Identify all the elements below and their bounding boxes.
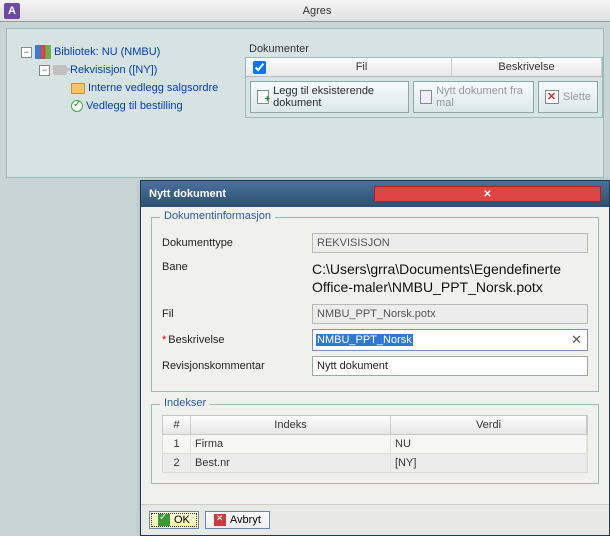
beskrivelse-selected-text: NMBU_PPT_Norsk [316,334,413,346]
field-fil: NMBU_PPT_Norsk.potx [312,304,588,324]
app-icon: A [4,3,20,19]
add-document-icon [257,90,269,104]
documents-panel: Dokumenter Fil Beskrivelse Legg til eksi… [245,43,603,118]
delete-icon [545,90,559,104]
key-icon [53,65,67,75]
tree-node-label: Rekvisisjon ([NY]) [70,64,157,76]
collapse-icon[interactable]: − [39,65,50,76]
col-verdi[interactable]: Verdi [391,416,587,434]
indekser-title: Indekser [160,397,210,409]
new-from-template-label: Nytt dokument fra mal [436,85,527,109]
beskrivelse-input[interactable] [413,333,569,347]
ok-icon [158,514,170,526]
new-from-template-button[interactable]: Nytt dokument fra mal [413,81,534,113]
tree-root[interactable]: − Bibliotek: NU (NMBU) [21,43,231,61]
select-all-checkbox[interactable] [253,61,266,74]
label-revisjon: Revisjonskommentar [162,360,312,372]
table-row[interactable]: 1FirmaNU [162,435,588,454]
row-verdi: [NY] [391,454,587,472]
col-beskrivelse[interactable]: Beskrivelse [452,58,602,76]
close-icon[interactable]: ✕ [374,186,601,202]
row-indeks: Best.nr [191,454,391,472]
row-verdi: NU [391,435,587,453]
field-dokumenttype: REKVISISJON [312,233,588,253]
field-revisjon[interactable] [312,356,588,376]
new-document-dialog: Nytt dokument ✕ Dokumentinformasjon Doku… [140,180,610,536]
add-existing-button[interactable]: Legg til eksisterende dokument [250,81,409,113]
tree-leaf-vedlegg[interactable]: Vedlegg til bestilling [21,97,231,115]
dialog-titlebar[interactable]: Nytt dokument ✕ [141,181,609,207]
table-row[interactable]: 2Best.nr[NY] [162,454,588,473]
col-indeks[interactable]: Indeks [191,416,391,434]
clear-icon[interactable]: ✕ [569,332,584,348]
tree-leaf-label: Vedlegg til bestilling [86,100,183,112]
tree-node-rekvisisjon[interactable]: − Rekvisisjon ([NY]) [21,61,231,79]
documents-toolbar: Legg til eksisterende dokument Nytt doku… [246,77,602,117]
check-icon [71,100,83,112]
cancel-button[interactable]: Avbryt [205,511,270,529]
add-existing-label: Legg til eksisterende dokument [273,85,402,109]
cancel-label: Avbryt [230,514,261,526]
col-fil[interactable]: Fil [272,58,452,76]
tree-leaf-label: Interne vedlegg salgsordre [88,82,218,94]
col-num[interactable]: # [163,416,191,434]
tree-leaf-interne[interactable]: Interne vedlegg salgsordre [21,79,231,97]
app-titlebar: A Agres [0,0,610,22]
label-fil: Fil [162,308,312,320]
field-bane: C:\Users\grra\Documents\Egendefinerte Of… [312,261,588,296]
tree-root-label: Bibliotek: NU (NMBU) [54,46,160,58]
field-beskrivelse[interactable]: NMBU_PPT_Norsk ✕ [312,329,588,351]
ok-button[interactable]: OK [149,511,199,529]
row-indeks: Firma [191,435,391,453]
dialog-title: Nytt dokument [149,188,374,200]
folder-icon [71,83,85,94]
library-icon [35,45,51,59]
row-num: 1 [163,435,191,453]
indekser-group: Indekser # Indeks Verdi 1FirmaNU2Best.nr… [151,404,599,484]
row-num: 2 [163,454,191,472]
delete-button[interactable]: Slette [538,81,598,113]
select-all-cell[interactable] [246,58,272,76]
library-tree: − Bibliotek: NU (NMBU) − Rekvisisjon ([N… [21,43,231,115]
template-icon [420,90,432,104]
document-info-title: Dokumentinformasjon [160,210,275,222]
dialog-buttons: OK Avbryt [141,504,609,535]
documents-title: Dokumenter [245,43,603,55]
label-dokumenttype: Dokumenttype [162,237,312,249]
document-info-group: Dokumentinformasjon Dokumenttype REKVISI… [151,217,599,392]
label-beskrivelse: *Beskrivelse [162,334,312,346]
ok-label: OK [174,514,190,526]
main-workspace: − Bibliotek: NU (NMBU) − Rekvisisjon ([N… [6,28,604,178]
label-bane: Bane [162,261,312,273]
app-title: Agres [24,5,610,17]
index-table-header: # Indeks Verdi [162,415,588,435]
documents-grid-header: Fil Beskrivelse [246,58,602,77]
delete-label: Slette [563,91,591,103]
collapse-icon[interactable]: − [21,47,32,58]
cancel-icon [214,514,226,526]
